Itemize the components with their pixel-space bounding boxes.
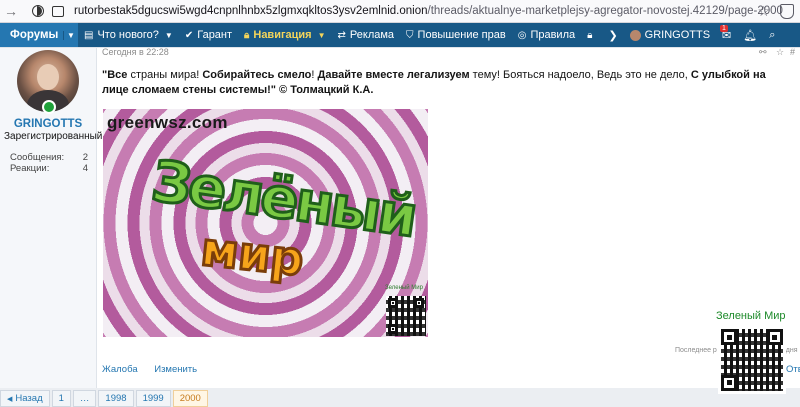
search-icon: ⌕ [769, 28, 776, 41]
nav-navigation[interactable]: 🔒︎ Навигация ▼ [238, 23, 331, 47]
chevron-down-icon[interactable]: ▼ [63, 30, 78, 40]
nav-forums-tab[interactable]: Форумы ▼ [0, 23, 78, 47]
side-brand-text: Зеленый Мир [716, 310, 786, 322]
url-host: rutorbestak5dgucswi5wgd4cnpnlhnbx5zlgmxq… [74, 5, 428, 17]
nav-alerts[interactable]: 🔔︎ [737, 23, 763, 47]
nav-scroll-right[interactable]: ❯ [602, 23, 623, 47]
stat-value: 4 [82, 163, 88, 174]
arrows-icon: ⇄ [337, 29, 346, 41]
pagination-ellipsis[interactable]: … [72, 390, 97, 407]
text-normal: тему! Бояться надоело, Ведь это не дело, [469, 69, 691, 81]
address-bar[interactable]: rutorbestak5dgucswi5wgd4cnpnlhnbx5zlgmxq… [74, 5, 783, 17]
nav-ads[interactable]: ⇄ Реклама [332, 23, 401, 47]
pagination-prev-label: Назад [15, 393, 43, 404]
qr-code-icon [386, 296, 426, 336]
pagination-page-current[interactable]: 2000 [172, 390, 208, 407]
nav-guarantee-label: Гарант [197, 29, 233, 41]
shield-icon[interactable] [780, 4, 794, 19]
chevron-left-icon: ◀ [7, 395, 13, 403]
pagination-page-1[interactable]: 1 [51, 390, 71, 407]
chevron-down-icon[interactable]: ▼ [165, 31, 173, 40]
nav-promotion[interactable]: ⛉ Повышение прав [400, 23, 512, 47]
nav-account-label: GRINGOTTS [644, 29, 711, 41]
nav-promotion-label: Повышение прав [417, 29, 506, 41]
nav-inbox[interactable]: ✉ 1 [716, 23, 737, 47]
pagination-page-1999[interactable]: 1999 [135, 390, 171, 407]
chevron-down-icon[interactable]: ▼ [318, 31, 326, 40]
nav-rules[interactable]: ◎ Правила [512, 23, 581, 47]
check-circle-icon: ✔ [184, 29, 194, 41]
stat-label: Сообщения: [10, 152, 65, 163]
edit-link[interactable]: Изменить [154, 364, 197, 375]
nav-whats-new[interactable]: ▤ Что нового? ▼ [78, 23, 179, 47]
share-icon[interactable]: ⚯ [759, 47, 767, 58]
report-link[interactable]: Жалоба [102, 364, 138, 375]
text-bold: Собирайтесь смело [202, 69, 312, 81]
shield-icon: ⛉ [406, 29, 414, 41]
target-icon: ◎ [517, 29, 527, 41]
last-edit-text: Последнее р [675, 347, 717, 354]
user-stat-reactions: Реакции: 4 [10, 163, 88, 174]
nav-lock-short[interactable]: 🔒︎ [581, 23, 602, 47]
pagination-prev-button[interactable]: ◀ Назад [0, 390, 50, 407]
url-path: /threads/aktualnye-marketplejsy-agregato… [427, 5, 783, 17]
nav-forums-label: Форумы [10, 29, 59, 41]
text-bold: Давайте вместе легализуем [317, 69, 470, 81]
nav-guarantee[interactable]: ✔ Гарант [179, 23, 238, 47]
nav-search[interactable]: ⌕ [763, 23, 781, 47]
image-brand-text: Зеленый Мир [385, 285, 423, 291]
nav-rules-label: Правила [530, 29, 576, 41]
user-title: Зарегистрированный [4, 131, 103, 142]
stat-label: Реакции: [10, 163, 50, 174]
avatar-icon [629, 29, 641, 41]
stat-value: 2 [82, 152, 88, 163]
nav-navigation-label: Навигация [253, 29, 312, 41]
post-number[interactable]: # [790, 47, 795, 57]
bookmark-star-icon[interactable]: ☆ [757, 3, 770, 20]
post-body-text: "Все страны мира! Собирайтесь смело! Дав… [102, 68, 792, 98]
page-info-icon[interactable] [52, 5, 64, 17]
text-normal: страны мира! [127, 69, 203, 81]
lock-icon: 🔒︎ [587, 29, 593, 41]
text-bold: сломаем стены системы!" © Толмацкий К.А. [128, 84, 374, 96]
text-bold: "Все [102, 69, 128, 81]
nav-ads-label: Реклама [349, 29, 395, 41]
list-icon: ▤ [84, 29, 94, 41]
qr-code-icon [718, 326, 786, 394]
forum-navbar: Форумы ▼ ▤ Что нового? ▼ ✔ Гарант 🔒︎ Нав… [0, 23, 800, 47]
notification-badge: 1 [720, 25, 728, 32]
image-graffiti-line2: мир [197, 220, 308, 287]
bookmark-icon[interactable]: ☆ [776, 47, 784, 58]
browser-toolbar: → rutorbestak5dgucswi5wgd4cnpnlhnbx5zlgm… [0, 0, 800, 23]
username[interactable]: GRINGOTTS [0, 118, 96, 130]
nav-whats-new-label: Что нового? [97, 29, 159, 41]
post-user-panel: GRINGOTTS Зарегистрированный Сообщения: … [0, 48, 103, 388]
forum-post: GRINGOTTS Зарегистрированный Сообщения: … [0, 47, 800, 394]
image-domain-text: greenwsz.com [107, 113, 228, 132]
post-actions: Жалоба Изменить [102, 364, 211, 375]
user-stat-messages: Сообщения: 2 [10, 152, 88, 163]
tor-onion-icon[interactable] [32, 5, 44, 17]
post-image[interactable]: greenwsz.com Зелёный мир Зеленый Мир [103, 109, 428, 337]
reply-link[interactable]: Отв [786, 364, 800, 375]
forward-arrow-icon[interactable]: → [0, 3, 22, 19]
lock-icon: 🔒︎ [244, 29, 250, 41]
pagination: ◀ Назад 1 … 1998 1999 2000 [0, 390, 210, 407]
chevron-right-icon: ❯ [608, 29, 618, 42]
post-date[interactable]: Сегодня в 22:28 [102, 47, 169, 57]
bell-icon: 🔔︎ [743, 29, 758, 42]
online-status-icon [42, 100, 56, 114]
pagination-page-1998[interactable]: 1998 [98, 390, 134, 407]
nav-account[interactable]: GRINGOTTS [624, 23, 716, 47]
